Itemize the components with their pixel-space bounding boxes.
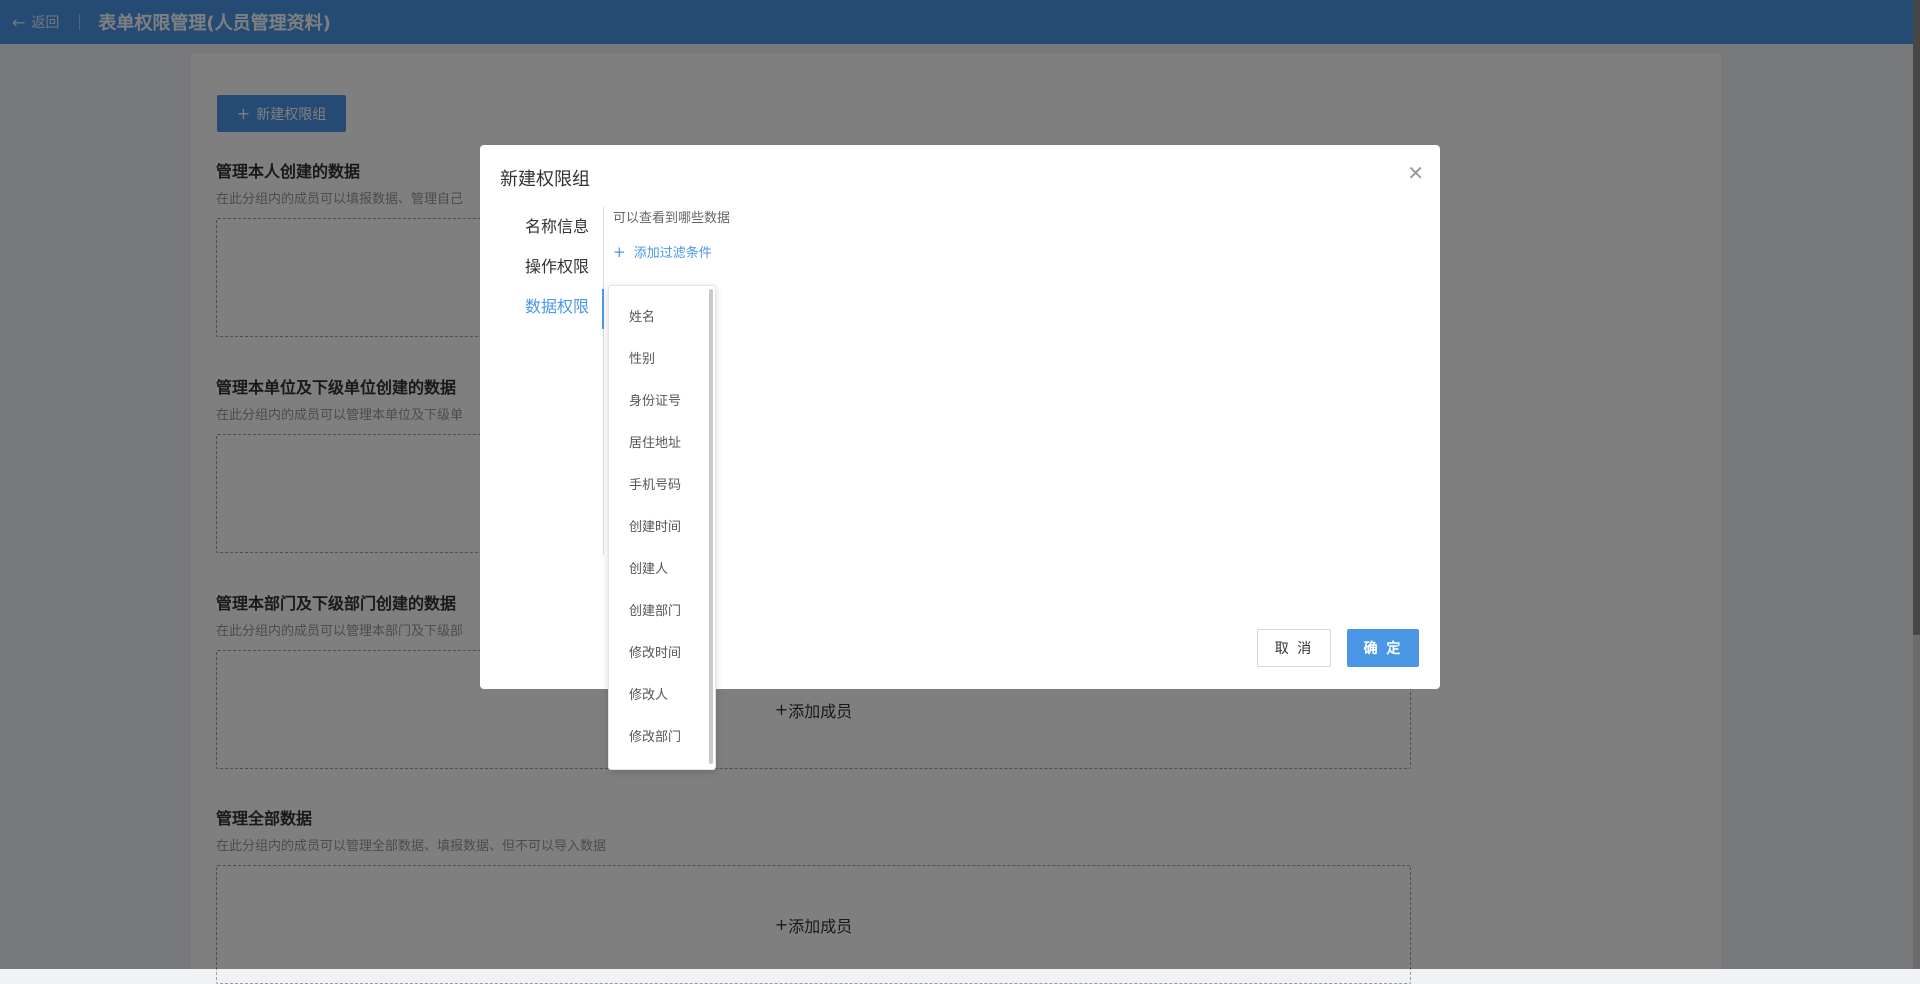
active-tab-indicator [602, 289, 604, 329]
cancel-button[interactable]: 取 消 [1257, 629, 1331, 667]
close-icon[interactable]: ✕ [1407, 163, 1424, 183]
dialog-title: 新建权限组 [500, 169, 590, 190]
dropdown-option-modifier[interactable]: 修改人 [629, 684, 668, 703]
dropdown-option-created-dept[interactable]: 创建部门 [629, 600, 681, 619]
dialog-tabs: 名称信息 操作权限 数据权限 [480, 207, 604, 555]
field-dropdown[interactable]: 姓名 性别 身份证号 居住地址 手机号码 创建时间 创建人 创建部门 修改时间 … [608, 285, 716, 770]
dropdown-option-name[interactable]: 姓名 [629, 306, 655, 325]
dropdown-option-modified-time[interactable]: 修改时间 [629, 642, 681, 661]
dropdown-option-creator[interactable]: 创建人 [629, 558, 668, 577]
tab-name-info[interactable]: 名称信息 [525, 213, 589, 237]
tab-data-permission[interactable]: 数据权限 [525, 293, 589, 317]
dropdown-option-gender[interactable]: 性别 [629, 348, 655, 367]
dropdown-scrollbar[interactable] [709, 289, 713, 764]
dropdown-option-phone[interactable]: 手机号码 [629, 474, 681, 493]
plus-icon: + [613, 243, 626, 261]
dropdown-option-id-number[interactable]: 身份证号 [629, 390, 681, 409]
tab-operation-permission[interactable]: 操作权限 [525, 253, 589, 277]
dropdown-option-address[interactable]: 居住地址 [629, 432, 681, 451]
confirm-button[interactable]: 确 定 [1347, 629, 1419, 667]
add-filter-link[interactable]: + 添加过滤条件 [613, 242, 712, 261]
dropdown-option-modified-dept[interactable]: 修改部门 [629, 726, 681, 745]
dropdown-option-created-time[interactable]: 创建时间 [629, 516, 681, 535]
data-visibility-label: 可以查看到哪些数据 [613, 211, 731, 226]
